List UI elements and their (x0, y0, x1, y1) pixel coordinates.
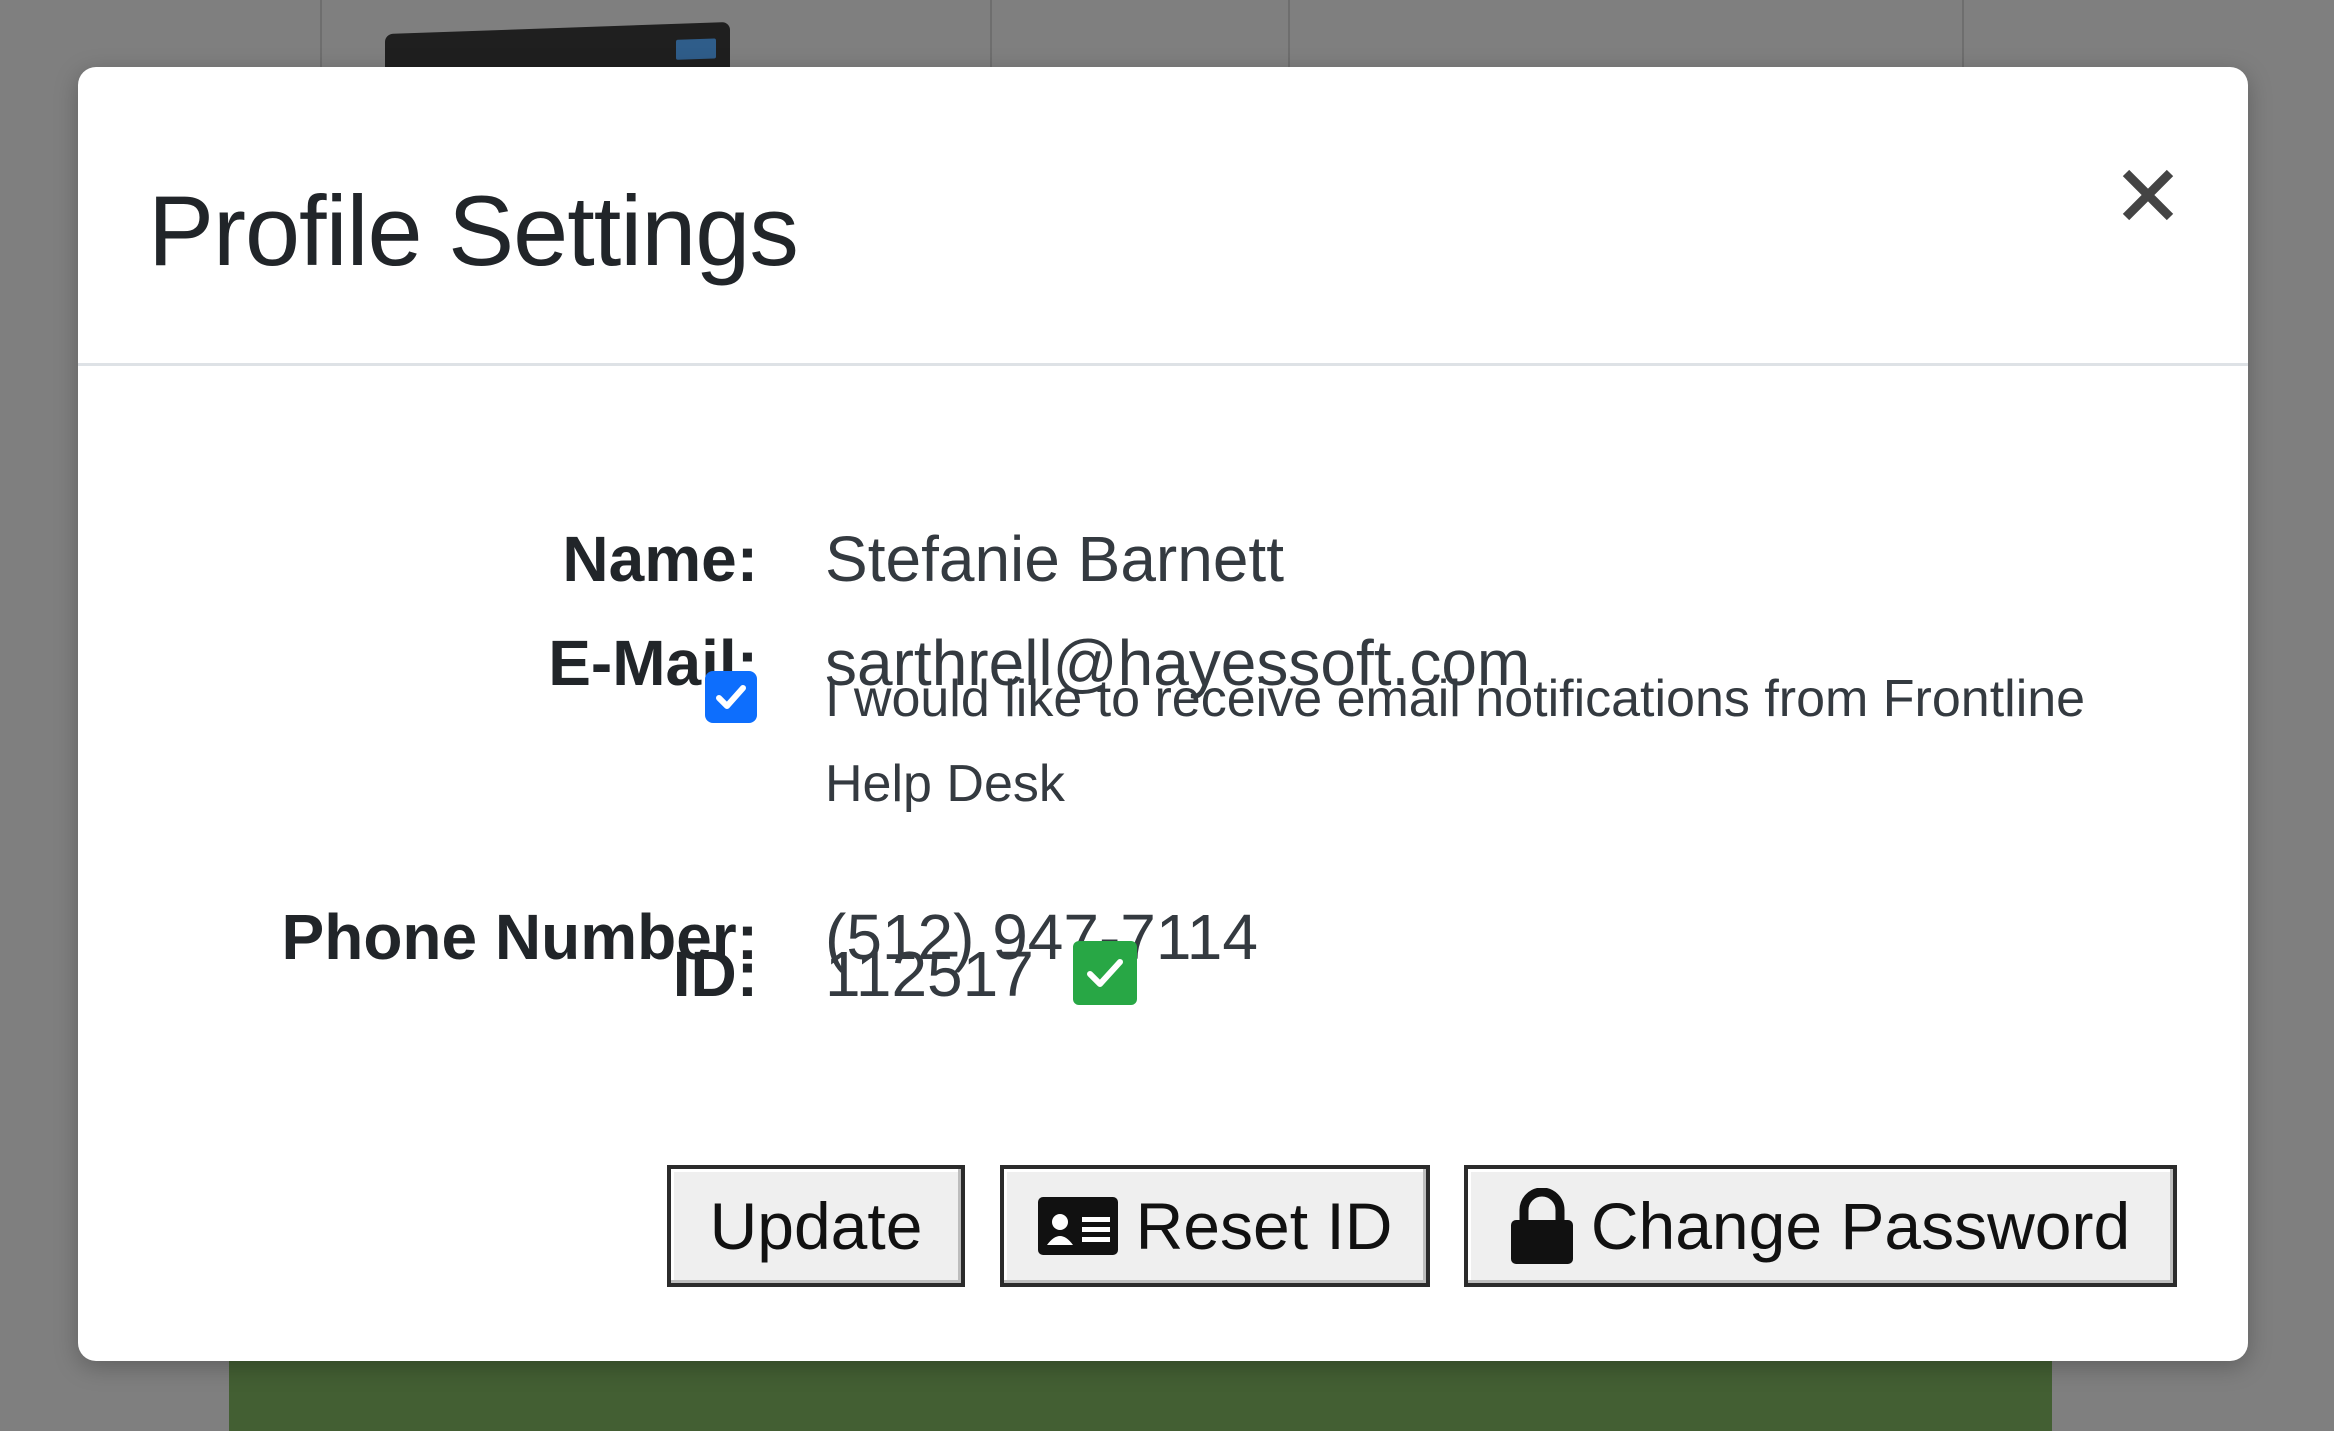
background-divider (1288, 0, 1290, 70)
change-password-button[interactable]: Change Password (1464, 1165, 2177, 1287)
close-icon (2122, 169, 2174, 221)
background-divider (990, 0, 992, 70)
update-button-label: Update (709, 1189, 923, 1263)
email-label: E-Mail: (548, 627, 758, 699)
id-label: ID: (672, 938, 758, 1010)
id-card-icon (1037, 1197, 1118, 1255)
checkmark-icon (716, 685, 746, 709)
reset-id-button-label: Reset ID (1135, 1189, 1393, 1263)
modal-header: Profile Settings (78, 67, 2248, 366)
name-value: Stefanie Barnett (825, 523, 1284, 595)
check-square-icon (1087, 959, 1123, 987)
background-divider (1962, 0, 1964, 70)
change-password-button-label: Change Password (1590, 1189, 2131, 1263)
reset-id-button[interactable]: Reset ID (1000, 1165, 1430, 1287)
id-verified-badge (1073, 941, 1137, 1005)
email-notifications-checkbox[interactable] (705, 671, 757, 723)
update-button[interactable]: Update (667, 1165, 965, 1287)
id-value: 112517 (825, 938, 1034, 1010)
profile-settings-modal: Profile Settings Name: Stefanie Barnett … (78, 67, 2248, 1361)
name-label: Name: (562, 523, 758, 595)
email-notifications-label[interactable]: I would like to receive email notificati… (825, 657, 2185, 827)
background-divider (320, 0, 322, 70)
lock-icon (1510, 1188, 1573, 1264)
modal-title: Profile Settings (148, 175, 799, 286)
close-button[interactable] (2108, 155, 2188, 235)
